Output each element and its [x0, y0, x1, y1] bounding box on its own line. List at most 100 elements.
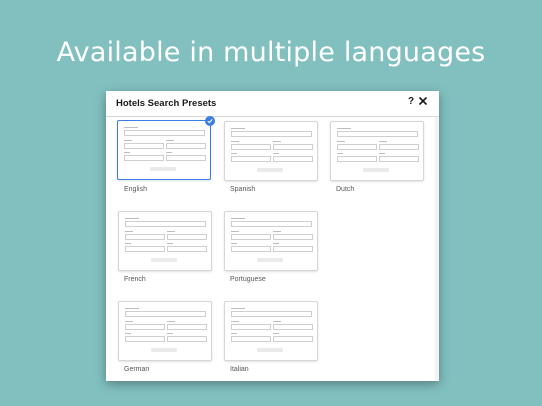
thumb-rooms-select	[125, 246, 165, 252]
thumb-label-line	[273, 243, 279, 244]
thumb-checkin-field	[124, 143, 164, 149]
preset-label: Italian	[230, 366, 249, 373]
thumb-search-button	[151, 258, 177, 262]
thumb-guests-select	[379, 156, 419, 162]
close-x-glyph	[418, 96, 428, 106]
thumb-label-line	[125, 243, 131, 244]
thumb-label-line	[166, 152, 172, 153]
preset-thumbnail	[224, 211, 318, 271]
thumb-checkin-field	[337, 144, 377, 150]
thumb-label-line	[231, 153, 237, 154]
thumb-label-line	[167, 231, 175, 232]
preset-label: Portuguese	[230, 276, 266, 283]
thumb-checkin-field	[231, 234, 271, 240]
preset-label: French	[124, 276, 146, 283]
thumb-rooms-select	[231, 336, 271, 342]
thumb-rooms-select	[125, 336, 165, 342]
presets-dialog: Hotels Search Presets ? English Spanish …	[106, 91, 439, 381]
thumb-label-line	[167, 321, 175, 322]
thumb-destination-field	[124, 130, 205, 136]
thumb-label-line	[124, 127, 138, 128]
thumb-destination-field	[231, 131, 312, 137]
thumb-checkout-field	[167, 234, 207, 240]
dialog-header: Hotels Search Presets ?	[106, 91, 439, 117]
thumb-search-button	[150, 167, 176, 171]
thumb-label-line	[273, 231, 281, 232]
thumb-checkout-field	[273, 234, 313, 240]
thumb-rooms-select	[231, 156, 271, 162]
preset-thumbnail	[118, 301, 212, 361]
thumb-guests-select	[273, 156, 313, 162]
thumb-guests-select	[166, 155, 206, 161]
thumb-label-line	[231, 333, 237, 334]
thumb-guests-select	[273, 336, 313, 342]
thumb-label-line	[125, 231, 133, 232]
thumb-label-line	[337, 153, 343, 154]
thumb-label-line	[231, 243, 237, 244]
preset-label: English	[124, 186, 147, 193]
thumb-checkout-field	[167, 324, 207, 330]
thumb-label-line	[167, 243, 173, 244]
thumb-label-line	[273, 153, 279, 154]
thumb-label-line	[124, 152, 130, 153]
thumb-search-button	[257, 258, 283, 262]
preset-thumbnail	[118, 211, 212, 271]
thumb-label-line	[124, 140, 132, 141]
thumb-destination-field	[125, 221, 206, 227]
thumb-search-button	[151, 348, 177, 352]
thumb-destination-field	[231, 311, 312, 317]
preset-thumbnail	[224, 121, 318, 181]
thumb-guests-select	[273, 246, 313, 252]
thumb-checkout-field	[273, 144, 313, 150]
thumb-rooms-select	[124, 155, 164, 161]
thumb-destination-field	[125, 311, 206, 317]
thumb-destination-field	[231, 221, 312, 227]
thumb-label-line	[166, 140, 174, 141]
preset-label: German	[124, 366, 150, 373]
thumb-checkout-field	[273, 324, 313, 330]
thumb-checkin-field	[231, 324, 271, 330]
dialog-title: Hotels Search Presets	[116, 98, 217, 109]
thumb-checkin-field	[125, 324, 165, 330]
thumb-guests-select	[167, 336, 207, 342]
headline: Available in multiple languages	[56, 37, 486, 68]
preset-thumbnail	[117, 120, 211, 180]
presets-grid: English Spanish Dutch French Portuguese …	[106, 116, 439, 381]
checkmark-icon	[205, 116, 215, 126]
thumb-label-line	[337, 128, 351, 129]
thumb-label-line	[231, 308, 245, 309]
thumb-label-line	[125, 321, 133, 322]
thumb-guests-select	[167, 246, 207, 252]
thumb-label-line	[273, 333, 279, 334]
thumb-search-button	[257, 348, 283, 352]
thumb-label-line	[231, 141, 239, 142]
thumb-label-line	[231, 218, 245, 219]
thumb-label-line	[125, 218, 139, 219]
thumb-label-line	[379, 141, 387, 142]
thumb-label-line	[231, 128, 245, 129]
preset-label: Dutch	[336, 186, 355, 193]
preset-label: Spanish	[230, 186, 256, 193]
thumb-label-line	[231, 231, 239, 232]
preset-thumbnail	[330, 121, 424, 181]
thumb-label-line	[125, 333, 131, 334]
thumb-label-line	[125, 308, 139, 309]
thumb-checkin-field	[231, 144, 271, 150]
thumb-label-line	[273, 141, 281, 142]
thumb-search-button	[257, 168, 283, 172]
scrollbar[interactable]	[435, 117, 439, 381]
close-icon[interactable]	[418, 96, 430, 108]
thumb-checkout-field	[379, 144, 419, 150]
thumb-label-line	[337, 141, 345, 142]
thumb-label-line	[231, 321, 239, 322]
thumb-checkout-field	[166, 143, 206, 149]
thumb-checkin-field	[125, 234, 165, 240]
help-icon[interactable]: ?	[406, 96, 416, 108]
thumb-label-line	[273, 321, 281, 322]
preset-thumbnail	[224, 301, 318, 361]
thumb-rooms-select	[337, 156, 377, 162]
thumb-label-line	[167, 333, 173, 334]
thumb-destination-field	[337, 131, 418, 137]
thumb-label-line	[379, 153, 385, 154]
thumb-search-button	[363, 168, 389, 172]
